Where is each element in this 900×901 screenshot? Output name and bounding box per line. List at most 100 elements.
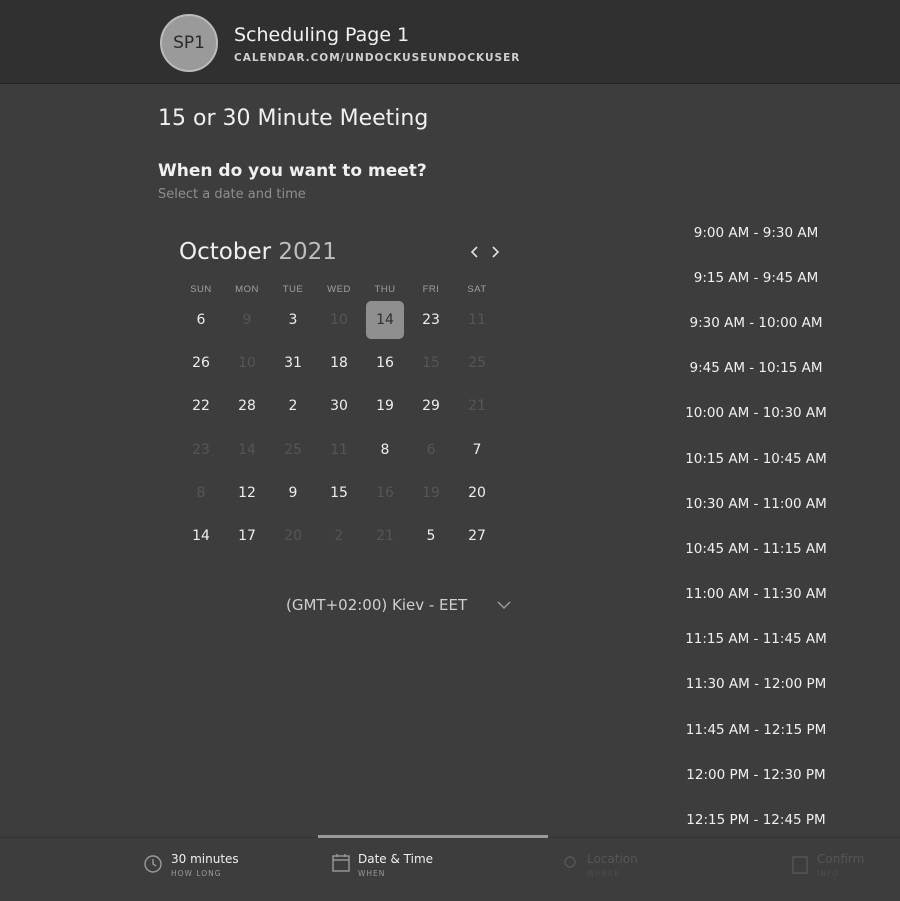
calendar-day: 11 — [316, 428, 362, 471]
step-datetime-label: Date & Time — [358, 852, 434, 866]
calendar-day-selected[interactable]: 14 — [362, 298, 408, 341]
calendar-day-number: 27 — [468, 528, 486, 545]
time-slot[interactable]: 11:30 AM - 12:00 PM — [672, 662, 840, 707]
step-duration-sub: HOW LONG — [171, 869, 222, 878]
calendar-day[interactable]: 5 — [408, 514, 454, 557]
weekday-label: FRI — [422, 284, 440, 295]
calendar-day-number: 14 — [238, 441, 256, 458]
calendar-day[interactable]: 18 — [316, 341, 362, 384]
step-location-label: Location — [587, 852, 638, 866]
calendar-day-number: 15 — [330, 484, 348, 501]
calendar-day-number: 11 — [468, 311, 486, 328]
calendar-day-number: 12 — [238, 484, 256, 501]
calendar-day[interactable]: 28 — [224, 385, 270, 428]
calendar-day[interactable]: 15 — [316, 471, 362, 514]
document-icon — [792, 856, 808, 874]
step-footer — [0, 837, 900, 901]
time-slot[interactable]: 12:15 PM - 12:45 PM — [672, 797, 840, 842]
calendar-day[interactable]: 7 — [454, 428, 500, 471]
time-slot[interactable]: 9:00 AM - 9:30 AM — [672, 210, 840, 255]
calendar-day-number: 6 — [196, 311, 206, 328]
calendar-day[interactable]: 8 — [362, 428, 408, 471]
time-slot[interactable]: 11:45 AM - 12:15 PM — [672, 707, 840, 752]
calendar-day-number: 31 — [284, 354, 302, 371]
calendar-day[interactable]: 30 — [316, 385, 362, 428]
calendar-day-number: 29 — [422, 398, 440, 415]
calendar-day[interactable]: 9 — [270, 471, 316, 514]
chevron-left-icon — [470, 246, 478, 258]
calendar-day-number: 7 — [472, 441, 482, 458]
time-slot-list: 9:00 AM - 9:30 AM 9:15 AM - 9:45 AM 9:30 A… — [672, 210, 840, 843]
calendar-day-number: 26 — [192, 354, 210, 371]
event-title: 15 or 30 Minute Meeting — [158, 106, 429, 131]
calendar-day-number: 2 — [288, 398, 298, 415]
step-details-label: Confirm — [817, 852, 865, 866]
page-url[interactable]: CALENDAR.COM/UNDOCKUSEUNDOCKUSER — [234, 52, 520, 64]
calendar-day: 20 — [270, 514, 316, 557]
time-slot[interactable]: 10:45 AM - 11:15 AM — [672, 526, 840, 571]
calendar-day[interactable]: 16 — [362, 341, 408, 384]
section-hint: Select a date and time — [158, 187, 306, 202]
weekday-label: MON — [235, 284, 259, 295]
calendar-day-number: 16 — [376, 484, 394, 501]
calendar-day[interactable]: 2 — [270, 385, 316, 428]
weekday-label: THU — [374, 284, 396, 295]
avatar: SP1 — [160, 14, 218, 72]
calendar-day-number: 19 — [422, 484, 440, 501]
timezone-select[interactable]: (GMT+02:00) Kiev - EET — [286, 596, 467, 614]
calendar-day[interactable]: 22 — [178, 385, 224, 428]
calendar-day-number: 19 — [376, 398, 394, 415]
calendar-icon — [332, 854, 350, 872]
calendar-day-number: 23 — [422, 311, 440, 328]
calendar-day[interactable]: 12 — [224, 471, 270, 514]
weekday-label: WED — [327, 284, 351, 295]
calendar-day[interactable]: 20 — [454, 471, 500, 514]
time-slot[interactable]: 10:15 AM - 10:45 AM — [672, 436, 840, 481]
year-name: 2021 — [278, 239, 337, 265]
time-slot[interactable]: 9:15 AM - 9:45 AM — [672, 255, 840, 300]
calendar-day: 23 — [178, 428, 224, 471]
page-header: SP1 Scheduling Page 1 CALENDAR.COM/UNDOC… — [0, 0, 900, 84]
calendar-day[interactable]: 26 — [178, 341, 224, 384]
chevron-right-icon — [492, 246, 500, 258]
calendar-day: 11 — [454, 298, 500, 341]
time-slot[interactable]: 12:00 PM - 12:30 PM — [672, 752, 840, 797]
calendar-day[interactable]: 6 — [178, 298, 224, 341]
calendar-day: 6 — [408, 428, 454, 471]
time-slot[interactable]: 9:30 AM - 10:00 AM — [672, 300, 840, 345]
calendar-day: 8 — [178, 471, 224, 514]
calendar-day[interactable]: 29 — [408, 385, 454, 428]
calendar-day-number: 20 — [468, 484, 486, 501]
calendar-day-number: 20 — [284, 528, 302, 545]
calendar-day-number: 15 — [422, 354, 440, 371]
month-name: October — [179, 239, 272, 265]
calendar-day-number: 9 — [242, 311, 252, 328]
time-slot[interactable]: 9:45 AM - 10:15 AM — [672, 346, 840, 391]
calendar-day[interactable]: 14 — [178, 514, 224, 557]
calendar-day[interactable]: 23 — [408, 298, 454, 341]
step-location-sub: WHERE — [587, 869, 620, 878]
calendar-day-number: 10 — [330, 311, 348, 328]
weekday-label: TUE — [282, 284, 304, 295]
calendar-day[interactable]: 27 — [454, 514, 500, 557]
calendar-day-number: 28 — [238, 398, 256, 415]
calendar-day: 15 — [408, 341, 454, 384]
calendar-day: 2 — [316, 514, 362, 557]
prev-month-button[interactable] — [466, 241, 484, 263]
time-slot[interactable]: 11:15 AM - 11:45 AM — [672, 617, 840, 662]
calendar-day-number: 30 — [330, 398, 348, 415]
calendar-month-label: October 2021 — [179, 239, 337, 265]
chevron-down-icon[interactable] — [496, 597, 512, 613]
time-slot[interactable]: 11:00 AM - 11:30 AM — [672, 572, 840, 617]
calendar-day-number: 3 — [288, 311, 298, 328]
time-slot[interactable]: 10:30 AM - 11:00 AM — [672, 481, 840, 526]
time-slot[interactable]: 10:00 AM - 10:30 AM — [672, 391, 840, 436]
calendar-day-number: 25 — [468, 354, 486, 371]
calendar-day[interactable]: 31 — [270, 341, 316, 384]
calendar-day[interactable]: 19 — [362, 385, 408, 428]
calendar-day-number: 18 — [330, 354, 348, 371]
calendar-day[interactable]: 3 — [270, 298, 316, 341]
pin-icon — [564, 856, 576, 868]
calendar-day[interactable]: 17 — [224, 514, 270, 557]
next-month-button[interactable] — [487, 241, 505, 263]
